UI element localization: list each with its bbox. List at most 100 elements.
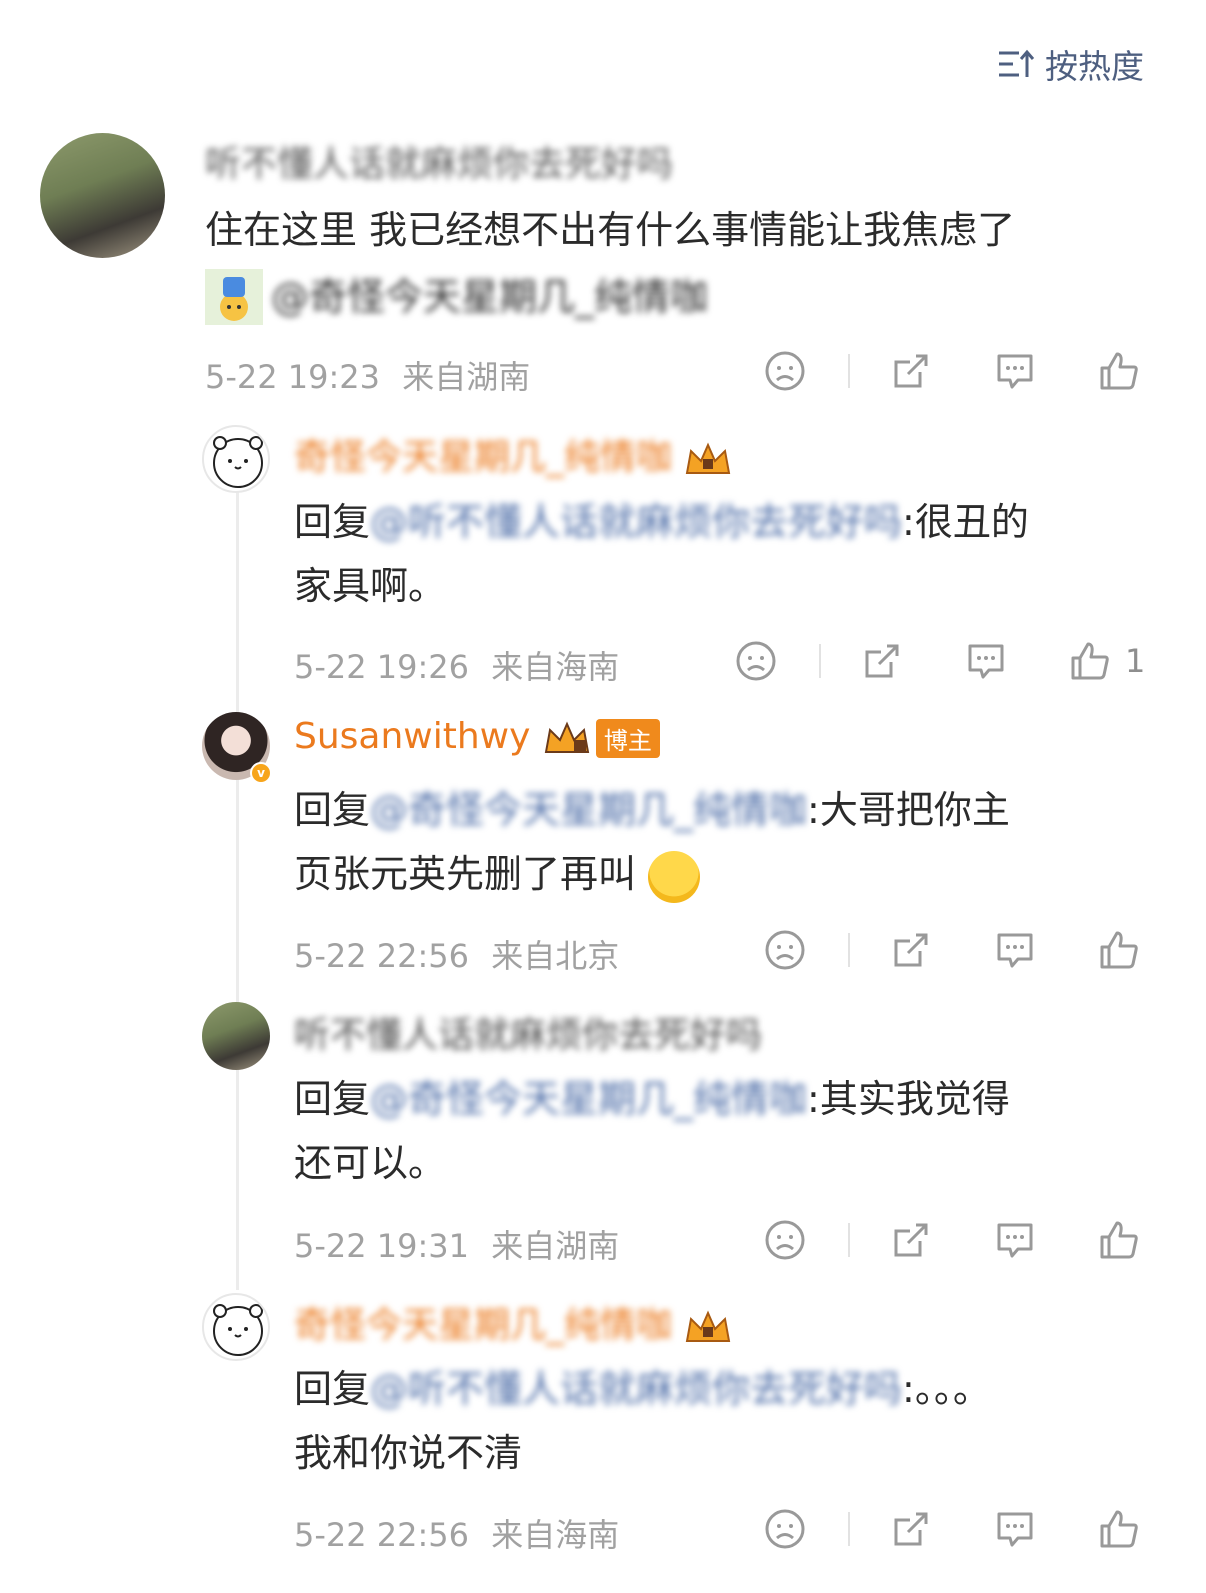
comment-button[interactable] <box>965 640 1007 682</box>
mention-link[interactable]: @听不懂人话就麻烦你去死好吗 <box>370 1367 902 1411</box>
sort-lines-icon <box>999 49 1035 77</box>
comment-bubble-icon <box>997 1512 1033 1547</box>
thumbs-up-icon <box>1100 931 1138 969</box>
reply-text: :。。。 <box>902 1367 991 1411</box>
comment-time: 5-22 22:56 <box>294 1516 470 1554</box>
share-icon <box>894 933 928 967</box>
username[interactable]: 听不懂人话就麻烦你去死好吗 <box>205 135 673 187</box>
like-button[interactable] <box>1069 640 1111 682</box>
username-row: Susanwithwy 博主 <box>294 716 660 758</box>
share-icon <box>894 1512 928 1546</box>
username-row: 奇怪今天星期几_纯情咖 <box>294 1296 733 1348</box>
divider <box>848 1223 850 1257</box>
like-button[interactable] <box>1098 1219 1140 1261</box>
comment-button[interactable] <box>994 929 1036 971</box>
username[interactable]: 听不懂人话就麻烦你去死好吗 <box>294 1015 762 1056</box>
comment-text: 住在这里 我已经想不出有什么事情能让我焦虑了 <box>205 208 1016 252</box>
like-count: 1 <box>1125 642 1146 680</box>
comment-time: 5-22 19:31 <box>294 1227 470 1265</box>
avatar[interactable] <box>40 133 165 258</box>
dislike-button[interactable] <box>762 1508 808 1550</box>
bear-face-icon <box>213 1304 263 1356</box>
crown-badge-icon <box>686 442 731 474</box>
reply-line-2: 我和你说不清 <box>294 1431 523 1475</box>
reply-prefix: 回复 <box>294 1367 371 1411</box>
share-button[interactable] <box>861 640 903 682</box>
sort-by-heat-button[interactable]: 按热度 <box>997 40 1144 88</box>
avatar[interactable] <box>202 1002 270 1070</box>
comment-bubble-icon <box>968 644 1004 679</box>
username-row: 奇怪今天星期几_纯情咖 <box>294 428 733 480</box>
dislike-button[interactable] <box>733 640 779 682</box>
comment-location: 来自北京 <box>491 937 620 975</box>
reply-line-1: 回复@听不懂人话就麻烦你去死好吗:很丑的 <box>294 490 1029 554</box>
comment-location: 来自海南 <box>491 1516 620 1554</box>
crown-badge-icon <box>686 1310 731 1342</box>
share-button[interactable] <box>890 1508 932 1550</box>
divider <box>848 933 850 967</box>
username[interactable]: 奇怪今天星期几_纯情咖 <box>294 437 672 478</box>
sad-face-icon <box>736 641 776 681</box>
dislike-button[interactable] <box>762 929 808 971</box>
comment-bubble-icon <box>997 1223 1033 1258</box>
reply-line-2: 页张元英先删了再叫 <box>294 842 701 906</box>
blogger-badge: 博主 <box>595 718 660 758</box>
avatar[interactable] <box>202 425 270 493</box>
thumbs-up-icon <box>1100 1221 1138 1259</box>
mention-line: @奇怪今天星期几_纯情咖 <box>205 265 708 329</box>
sad-face-icon <box>765 1509 805 1549</box>
comment-button[interactable] <box>994 1219 1036 1261</box>
reply-text: :其实我觉得 <box>807 1077 1010 1121</box>
action-bar <box>762 350 1154 392</box>
reply-prefix: 回复 <box>294 500 371 544</box>
comment-location: 来自湖南 <box>491 1227 620 1265</box>
action-bar <box>762 1508 1154 1550</box>
share-icon <box>894 1223 928 1257</box>
comment-time: 5-22 19:23 <box>205 358 381 396</box>
comment-button[interactable] <box>994 1508 1036 1550</box>
share-button[interactable] <box>890 1219 932 1261</box>
sad-face-icon <box>765 1220 805 1260</box>
comment-bubble-icon <box>997 933 1033 968</box>
reply-line-2: 还可以。 <box>294 1141 447 1185</box>
reply-text: :大哥把你主 <box>807 788 1010 832</box>
reply-line-1: 回复@奇怪今天星期几_纯情咖:大哥把你主 <box>294 778 1010 842</box>
thumbs-up-icon <box>1100 1510 1138 1548</box>
sticker-icon <box>205 269 263 325</box>
crown-badge-icon <box>544 721 590 753</box>
laugh-cry-emoji-icon <box>648 850 701 903</box>
dislike-button[interactable] <box>762 350 808 392</box>
like-button[interactable] <box>1098 929 1140 971</box>
avatar[interactable] <box>202 1293 270 1361</box>
thread-line <box>236 490 239 1290</box>
share-icon <box>865 644 899 678</box>
thumbs-up-icon <box>1071 642 1109 680</box>
comment-time: 5-22 19:26 <box>294 648 470 686</box>
username[interactable]: Susanwithwy <box>294 716 530 757</box>
reply-text: :很丑的 <box>902 500 1029 544</box>
mention-link[interactable]: @听不懂人话就麻烦你去死好吗 <box>370 500 902 544</box>
comment-time: 5-22 22:56 <box>294 937 470 975</box>
share-button[interactable] <box>890 350 932 392</box>
reply-prefix: 回复 <box>294 788 371 832</box>
comment-bubble-icon <box>997 354 1033 389</box>
divider <box>819 644 821 678</box>
mention-link[interactable]: @奇怪今天星期几_纯情咖 <box>271 265 708 329</box>
thumbs-up-icon <box>1100 352 1138 390</box>
dislike-button[interactable] <box>762 1219 808 1261</box>
like-button[interactable] <box>1098 1508 1140 1550</box>
reply-line-2: 家具啊。 <box>294 564 447 608</box>
reply-prefix: 回复 <box>294 1077 371 1121</box>
username-row: 听不懂人话就麻烦你去死好吗 <box>294 1006 762 1058</box>
bear-face-icon <box>213 436 263 488</box>
mention-link[interactable]: @奇怪今天星期几_纯情咖 <box>370 788 807 832</box>
comment-button[interactable] <box>994 350 1036 392</box>
username[interactable]: 奇怪今天星期几_纯情咖 <box>294 1305 672 1346</box>
comment-location: 来自海南 <box>491 648 620 686</box>
sort-label: 按热度 <box>1045 47 1144 86</box>
mention-link[interactable]: @奇怪今天星期几_纯情咖 <box>370 1077 807 1121</box>
sad-face-icon <box>765 351 805 391</box>
comment-location: 来自湖南 <box>402 358 531 396</box>
like-button[interactable] <box>1098 350 1140 392</box>
share-button[interactable] <box>890 929 932 971</box>
